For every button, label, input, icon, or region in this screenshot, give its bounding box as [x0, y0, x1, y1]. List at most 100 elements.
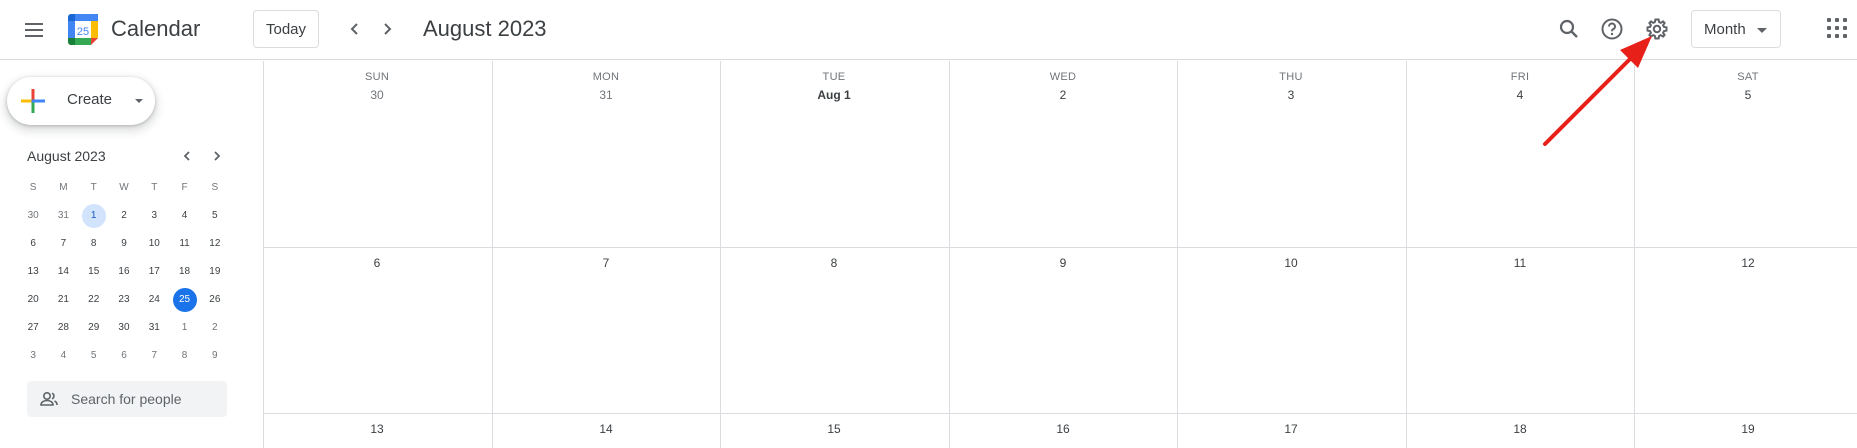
day-number[interactable]: 11 — [1406, 256, 1634, 270]
today-button[interactable]: Today — [253, 10, 319, 48]
day-cell[interactable]: WED 2 — [949, 61, 1177, 102]
mini-day[interactable]: 31 — [48, 204, 78, 228]
calendar-logo-icon[interactable]: 25 — [68, 14, 98, 45]
mini-day[interactable]: 4 — [48, 344, 78, 368]
mini-day[interactable]: 23 — [109, 288, 139, 312]
mini-day[interactable]: 1 — [169, 316, 199, 340]
mini-week-row: 27 28 29 30 31 1 2 — [18, 314, 230, 342]
day-number[interactable]: 18 — [1406, 422, 1634, 436]
day-number[interactable]: 30 — [263, 88, 491, 102]
day-cell[interactable]: THU 3 — [1177, 61, 1405, 102]
search-button[interactable] — [1552, 12, 1586, 46]
mini-day[interactable]: 30 — [109, 316, 139, 340]
day-cell[interactable]: MON 31 — [492, 61, 720, 102]
mini-day[interactable]: 9 — [200, 344, 230, 368]
day-number[interactable]: 8 — [720, 256, 948, 270]
mini-weekday-row: S M T W T F S — [18, 174, 230, 202]
mini-day[interactable]: 14 — [48, 260, 78, 284]
weekday-label: TUE — [822, 71, 846, 83]
mini-day[interactable]: 29 — [79, 316, 109, 340]
mini-day[interactable]: 2 — [109, 204, 139, 228]
day-number[interactable]: 15 — [720, 422, 948, 436]
mini-day[interactable]: 27 — [18, 316, 48, 340]
mini-day[interactable]: 7 — [139, 344, 169, 368]
day-number[interactable]: 13 — [263, 422, 491, 436]
top-app-bar: 25 Calendar Today August 2023 Month — [0, 0, 1857, 60]
mini-day[interactable]: 3 — [18, 344, 48, 368]
day-number[interactable]: 4 — [1406, 88, 1634, 102]
mini-day[interactable]: 19 — [200, 260, 230, 284]
mini-week-row: 13 14 15 16 17 18 19 — [18, 258, 230, 286]
mini-day[interactable]: 22 — [79, 288, 109, 312]
mini-day[interactable]: 12 — [200, 232, 230, 256]
mini-day[interactable]: 6 — [18, 232, 48, 256]
menu-icon[interactable] — [19, 16, 49, 44]
mini-day[interactable]: 21 — [48, 288, 78, 312]
mini-day[interactable]: 8 — [169, 344, 199, 368]
weekday-label: SUN — [364, 71, 390, 83]
day-number[interactable]: 9 — [949, 256, 1177, 270]
mini-prev-month-button[interactable] — [176, 145, 198, 167]
day-number[interactable]: 3 — [1177, 88, 1405, 102]
mini-day[interactable]: 3 — [139, 204, 169, 228]
mini-day[interactable]: 31 — [139, 316, 169, 340]
view-select[interactable]: Month — [1691, 10, 1781, 48]
mini-day[interactable]: 5 — [200, 204, 230, 228]
mini-day[interactable]: 9 — [109, 232, 139, 256]
day-number[interactable]: 17 — [1177, 422, 1405, 436]
weekday-label: FRI — [1510, 71, 1530, 83]
mini-day-today[interactable]: 25 — [169, 288, 199, 312]
mini-next-month-button[interactable] — [206, 145, 228, 167]
day-number[interactable]: 12 — [1634, 256, 1857, 270]
day-number[interactable]: 10 — [1177, 256, 1405, 270]
mini-day[interactable]: 4 — [169, 204, 199, 228]
mini-day[interactable]: 5 — [79, 344, 109, 368]
mini-day[interactable]: 28 — [48, 316, 78, 340]
day-number[interactable]: 7 — [492, 256, 720, 270]
day-number[interactable]: 5 — [1634, 88, 1857, 102]
day-cell[interactable]: SAT 5 — [1634, 61, 1857, 102]
chevron-left-icon — [350, 23, 358, 35]
mini-day[interactable]: 20 — [18, 288, 48, 312]
apps-grid-icon[interactable] — [1825, 16, 1851, 42]
settings-button[interactable] — [1640, 12, 1674, 46]
day-number[interactable]: Aug 1 — [720, 88, 948, 102]
day-number[interactable]: 16 — [949, 422, 1177, 436]
mini-day[interactable]: 2 — [200, 316, 230, 340]
day-cell[interactable]: FRI 4 — [1406, 61, 1634, 102]
mini-day-selected[interactable]: 1 — [79, 204, 109, 228]
mini-day[interactable]: 8 — [79, 232, 109, 256]
mini-week-row: 6 7 8 9 10 11 12 — [18, 230, 230, 258]
day-number[interactable]: 19 — [1634, 422, 1857, 436]
mini-day[interactable]: 15 — [79, 260, 109, 284]
day-number[interactable]: 2 — [949, 88, 1177, 102]
mini-day[interactable]: 17 — [139, 260, 169, 284]
caret-down-icon — [1757, 28, 1767, 33]
prev-period-button[interactable] — [340, 14, 370, 44]
mini-day[interactable]: 18 — [169, 260, 199, 284]
mini-weekday: S — [29, 182, 37, 193]
mini-day[interactable]: 11 — [169, 232, 199, 256]
mini-day[interactable]: 26 — [200, 288, 230, 312]
mini-day[interactable]: 6 — [109, 344, 139, 368]
mini-day[interactable]: 13 — [18, 260, 48, 284]
mini-weekday: M — [59, 182, 68, 193]
next-period-button[interactable] — [372, 14, 402, 44]
day-number[interactable]: 14 — [492, 422, 720, 436]
search-people-input[interactable]: Search for people — [27, 381, 227, 417]
day-cell[interactable]: SUN 30 — [263, 61, 491, 102]
mini-weekday: F — [181, 182, 188, 193]
day-cell[interactable]: TUE Aug 1 — [720, 61, 948, 102]
svg-text:25: 25 — [77, 26, 89, 38]
help-button[interactable] — [1595, 12, 1629, 46]
mini-day[interactable]: 24 — [139, 288, 169, 312]
mini-weekday: T — [151, 182, 158, 193]
mini-day[interactable]: 10 — [139, 232, 169, 256]
mini-day[interactable]: 16 — [109, 260, 139, 284]
mini-day[interactable]: 30 — [18, 204, 48, 228]
day-number[interactable]: 6 — [263, 256, 491, 270]
mini-day[interactable]: 7 — [48, 232, 78, 256]
day-number[interactable]: 31 — [492, 88, 720, 102]
create-button[interactable]: Create — [7, 77, 155, 125]
mini-weekday: T — [90, 182, 97, 193]
